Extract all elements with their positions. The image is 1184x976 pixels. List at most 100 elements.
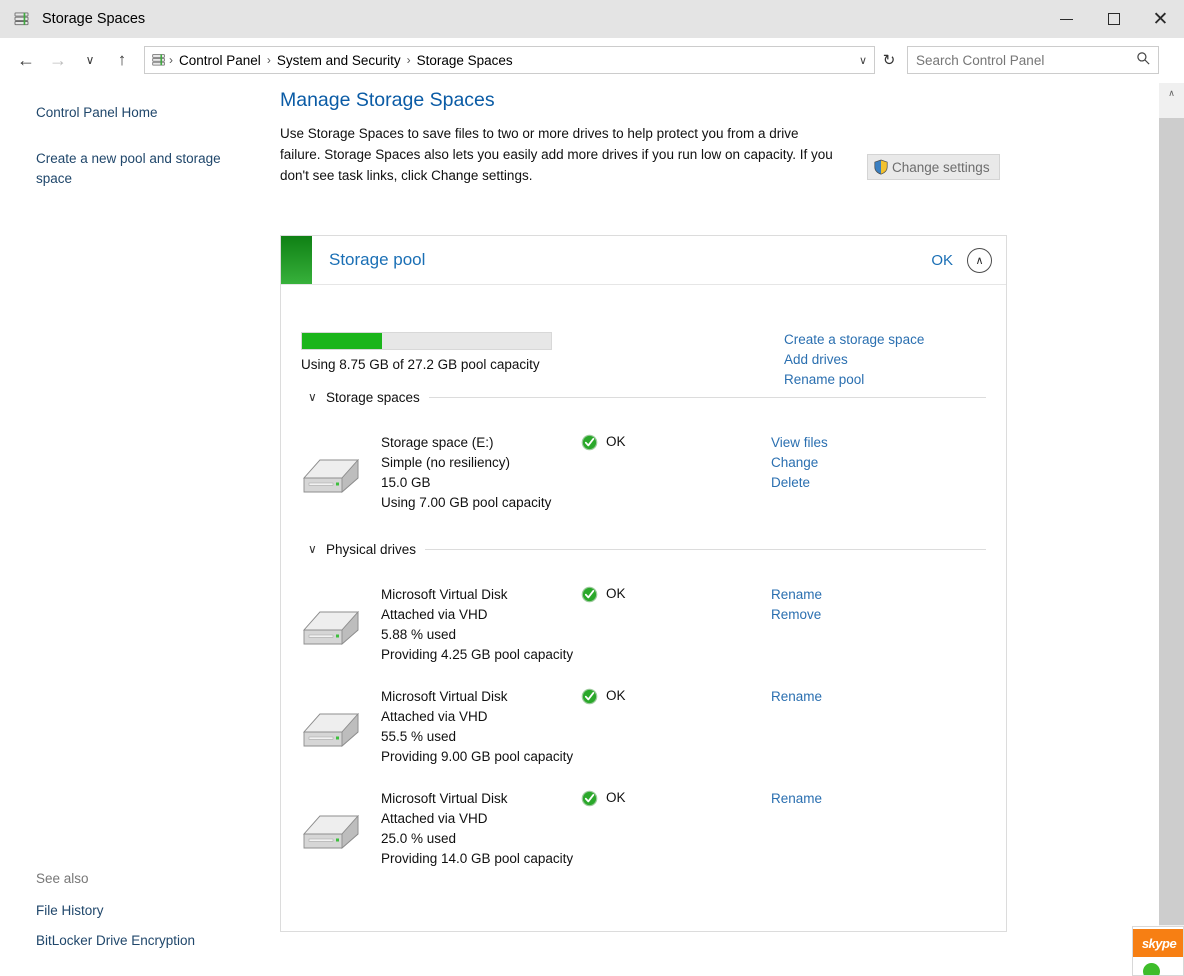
chevron-down-icon[interactable]: ∨ xyxy=(308,542,326,556)
physical-drive-attachment: Attached via VHD xyxy=(381,607,488,622)
intro-text: Use Storage Spaces to save files to two … xyxy=(280,126,833,183)
drive-icon xyxy=(281,685,381,767)
title-bar: Storage Spaces ✕ xyxy=(0,0,1184,38)
scrollbar-thumb[interactable] xyxy=(1159,118,1184,925)
storage-space-name: Storage space (E:) xyxy=(381,435,494,450)
delete-link[interactable]: Delete xyxy=(771,473,828,493)
storage-spaces-icon xyxy=(150,51,168,69)
chevron-up-icon: ∧ xyxy=(1168,87,1175,98)
view-files-link[interactable]: View files xyxy=(771,433,828,453)
breadcrumb[interactable]: › Control Panel › System and Security › … xyxy=(144,46,875,74)
drive-icon xyxy=(281,787,381,869)
physical-drive-used: 55.5 % used xyxy=(381,729,457,744)
breadcrumb-item-system-and-security[interactable]: System and Security xyxy=(272,53,406,68)
search-icon[interactable] xyxy=(1128,51,1158,69)
scroll-up-button[interactable]: ∧ xyxy=(1159,83,1184,103)
change-settings-label: Change settings xyxy=(892,159,990,175)
create-storage-space-link[interactable]: Create a storage space xyxy=(784,330,924,350)
pool-capacity-text: Using 8.75 GB of 27.2 GB pool capacity xyxy=(301,357,540,372)
physical-drive-name: Microsoft Virtual Disk xyxy=(381,791,508,806)
main-panel: Manage Storage Spaces Use Storage Spaces… xyxy=(275,83,1159,976)
physical-drive-used: 25.0 % used xyxy=(381,831,457,846)
storage-pool-status: OK xyxy=(931,251,953,269)
group-divider xyxy=(428,396,986,398)
skype-status-icon xyxy=(1143,963,1160,975)
storage-pool-panel: Storage pool OK ∧ Using 8.75 GB of 27.2 … xyxy=(280,235,1007,932)
sidebar-item-create-new-pool[interactable]: Create a new pool and storage space xyxy=(36,149,251,189)
collapse-pool-button[interactable]: ∧ xyxy=(967,247,992,273)
sidebar-item-file-history[interactable]: File History xyxy=(36,901,104,921)
drive-icon xyxy=(281,431,381,513)
change-settings-button[interactable]: Change settings xyxy=(867,154,1000,180)
rename-drive-link[interactable]: Rename xyxy=(771,687,822,707)
rename-drive-link[interactable]: Rename xyxy=(771,789,822,809)
refresh-icon: ↻ xyxy=(882,52,896,69)
physical-drive-info: Microsoft Virtual Disk Attached via VHD … xyxy=(381,685,581,767)
recent-locations-button[interactable]: ∨ xyxy=(74,45,106,75)
status-ok-icon xyxy=(581,434,598,451)
storage-space-actions: View files Change Delete xyxy=(771,431,828,513)
storage-spaces-icon xyxy=(12,9,32,29)
physical-drive-actions: Rename xyxy=(771,685,822,767)
sidebar-item-control-panel-home[interactable]: Control Panel Home xyxy=(36,103,158,123)
physical-drive-providing: Providing 9.00 GB pool capacity xyxy=(381,749,574,764)
physical-drive-actions: Rename Remove xyxy=(771,583,822,665)
chevron-down-icon[interactable]: ∨ xyxy=(308,390,326,404)
window-title: Storage Spaces xyxy=(42,11,146,27)
storage-space-status: OK xyxy=(581,431,771,513)
storage-pool-name[interactable]: Storage pool xyxy=(329,250,425,270)
physical-drive-providing: Providing 14.0 GB pool capacity xyxy=(381,851,574,866)
forward-button[interactable]: → xyxy=(42,45,74,75)
vertical-scrollbar[interactable]: ∧ xyxy=(1159,83,1184,976)
see-also-heading: See also xyxy=(36,871,89,886)
back-button[interactable]: ← xyxy=(10,45,42,75)
change-link[interactable]: Change xyxy=(771,453,828,473)
up-button[interactable]: ↑ xyxy=(106,45,138,75)
pool-capacity-bar xyxy=(301,332,552,350)
breadcrumb-item-control-panel[interactable]: Control Panel xyxy=(174,53,266,68)
pool-capacity-fill xyxy=(302,333,382,349)
skype-label: skype xyxy=(1141,935,1177,951)
search-box[interactable] xyxy=(907,46,1159,74)
search-input[interactable] xyxy=(908,52,1128,68)
physical-drive-status: OK xyxy=(581,685,771,767)
physical-drive-name: Microsoft Virtual Disk xyxy=(381,587,508,602)
drive-icon xyxy=(281,583,381,665)
status-ok-icon xyxy=(581,790,598,807)
storage-space-size: 15.0 GB xyxy=(381,475,431,490)
sidebar-item-bitlocker[interactable]: BitLocker Drive Encryption xyxy=(36,931,195,951)
physical-drive-row: Microsoft Virtual Disk Attached via VHD … xyxy=(281,685,1006,767)
status-badge: OK xyxy=(606,688,626,703)
chevron-up-icon: ∧ xyxy=(975,254,984,267)
add-drives-link[interactable]: Add drives xyxy=(784,350,924,370)
breadcrumb-dropdown-icon[interactable]: ∨ xyxy=(852,54,874,67)
rename-drive-link[interactable]: Rename xyxy=(771,585,822,605)
window-controls: ✕ xyxy=(1043,0,1184,38)
status-badge: OK xyxy=(606,434,626,449)
physical-drives-group-header[interactable]: ∨ Physical drives xyxy=(308,537,986,561)
sidebar: Control Panel Home Create a new pool and… xyxy=(0,83,275,976)
status-ok-icon xyxy=(581,586,598,603)
storage-space-resiliency: Simple (no resiliency) xyxy=(381,455,511,470)
group-divider xyxy=(425,548,986,550)
refresh-button[interactable]: ↻ xyxy=(875,46,903,74)
address-bar: ← → ∨ ↑ › Control Panel › System and Sec… xyxy=(0,38,1184,83)
storage-space-row: Storage space (E:) Simple (no resiliency… xyxy=(281,431,1006,513)
physical-drive-providing: Providing 4.25 GB pool capacity xyxy=(381,647,574,662)
status-badge: OK xyxy=(606,586,626,601)
minimize-button[interactable] xyxy=(1043,0,1090,38)
storage-spaces-group-header[interactable]: ∨ Storage spaces xyxy=(308,385,986,409)
physical-drives-group-title: Physical drives xyxy=(326,541,417,557)
close-icon: ✕ xyxy=(1152,8,1169,30)
status-badge: OK xyxy=(606,790,626,805)
physical-drive-info: Microsoft Virtual Disk Attached via VHD … xyxy=(381,787,581,869)
breadcrumb-item-storage-spaces[interactable]: Storage Spaces xyxy=(412,53,518,68)
pool-color-swatch xyxy=(281,236,312,284)
back-arrow-icon: ← xyxy=(17,49,35,70)
physical-drive-used: 5.88 % used xyxy=(381,627,457,642)
remove-drive-link[interactable]: Remove xyxy=(771,605,822,625)
physical-drive-attachment: Attached via VHD xyxy=(381,811,488,826)
close-button[interactable]: ✕ xyxy=(1137,0,1184,38)
skype-overlay[interactable]: skype xyxy=(1132,926,1184,976)
maximize-button[interactable] xyxy=(1090,0,1137,38)
